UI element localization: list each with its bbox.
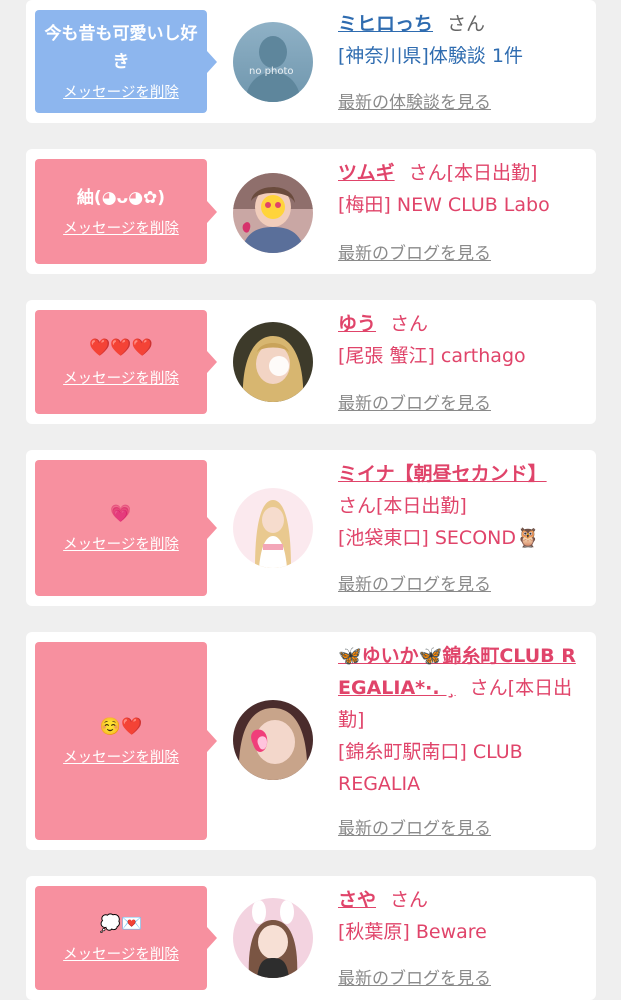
cast-name-link[interactable]: ミイナ【朝昼セカンド】: [338, 463, 547, 485]
shop-detail: [尾張 蟹江] carthago: [338, 345, 526, 367]
shop-detail: [錦糸町駅南口] CLUB REGALIA: [338, 741, 523, 795]
no-photo-icon: [233, 22, 313, 102]
delete-message-link[interactable]: メッセージを削除: [63, 944, 179, 966]
cast-name-link[interactable]: さや: [338, 889, 376, 911]
list-item: 紬(◕ᴗ◕✿) メッセージを削除 ツムギ さん[本日出勤] [梅田] NEW CL…: [26, 149, 596, 274]
message-text: ☺️❤️: [99, 717, 143, 737]
delete-message-link[interactable]: メッセージを削除: [63, 368, 179, 390]
delete-message-link[interactable]: メッセージを削除: [63, 82, 179, 104]
list-item: ❤️❤️❤️ メッセージを削除 ゆう さん [尾張 蟹江] carthago 最新…: [26, 300, 596, 424]
delete-message-link[interactable]: メッセージを削除: [63, 747, 179, 769]
cast-name-link[interactable]: ミヒロっち: [338, 13, 433, 35]
honorific: さん: [390, 889, 429, 911]
attendance-status: [本日出勤]: [376, 495, 467, 517]
message-text: 今も昔も可愛いし好き: [44, 23, 198, 72]
latest-blog-link[interactable]: 最新のブログを見る: [338, 570, 491, 595]
shop-detail: [梅田] NEW CLUB Labo: [338, 194, 550, 216]
honorific: さん: [408, 162, 447, 184]
list-item: ☺️❤️ メッセージを削除 🦋ゆいか🦋錦糸町CLUB REGALIA*·. ¸ さ…: [26, 632, 596, 850]
shop-detail: [池袋東口] SECOND🦉: [338, 527, 540, 549]
cast-name-link[interactable]: ゆう: [338, 313, 376, 335]
message-bubble: 紬(◕ᴗ◕✿) メッセージを削除: [35, 159, 217, 264]
list-item: 💗 メッセージを削除 ミイナ【朝昼セカンド】 さん[本日出勤] [池袋東口] S…: [26, 450, 596, 606]
message-bubble: 今も昔も可愛いし好き メッセージを削除: [35, 10, 217, 113]
no-photo-label: no photo: [249, 66, 294, 77]
item-info: ゆう さん [尾張 蟹江] carthago: [338, 308, 588, 372]
list-item: 💭💌 メッセージを削除 さや さん [秋葉原] Beware 最新のブログを見る: [26, 876, 596, 1000]
attendance-status: [本日出勤]: [446, 162, 538, 184]
shop-detail: [秋葉原] Beware: [338, 921, 487, 943]
message-text: 💗: [110, 504, 132, 524]
honorific: さん: [390, 313, 429, 335]
delete-message-link[interactable]: メッセージを削除: [63, 218, 179, 240]
item-info: ミヒロっち さん [神奈川県]体験談 1件: [338, 8, 588, 72]
message-bubble: ☺️❤️ メッセージを削除: [35, 642, 217, 840]
item-info: ミイナ【朝昼セカンド】 さん[本日出勤] [池袋東口] SECOND🦉: [338, 458, 588, 554]
avatar[interactable]: [233, 173, 313, 253]
latest-blog-link[interactable]: 最新のブログを見る: [338, 964, 491, 989]
shop-detail: [神奈川県]体験談 1件: [338, 45, 523, 67]
message-bubble: 💗 メッセージを削除: [35, 460, 217, 596]
avatar[interactable]: no photo: [233, 22, 313, 102]
delete-message-link[interactable]: メッセージを削除: [63, 534, 179, 556]
latest-review-link[interactable]: 最新の体験談を見る: [338, 88, 491, 113]
message-bubble: ❤️❤️❤️ メッセージを削除: [35, 310, 217, 414]
message-list: 今も昔も可愛いし好き メッセージを削除 no photo ミヒロっち さん [神奈…: [0, 0, 621, 1000]
message-text: 紬(◕ᴗ◕✿): [76, 187, 166, 208]
avatar[interactable]: [233, 488, 313, 568]
honorific: さん: [469, 677, 508, 699]
list-item: 今も昔も可愛いし好き メッセージを削除 no photo ミヒロっち さん [神奈…: [26, 0, 596, 123]
latest-blog-link[interactable]: 最新のブログを見る: [338, 389, 491, 414]
latest-blog-link[interactable]: 最新のブログを見る: [338, 814, 491, 839]
message-bubble: 💭💌 メッセージを削除: [35, 886, 217, 990]
latest-blog-link[interactable]: 最新のブログを見る: [338, 239, 491, 264]
cast-photo-icon: [233, 488, 313, 568]
item-info: 🦋ゆいか🦋錦糸町CLUB REGALIA*·. ¸ さん[本日出勤] [錦糸町駅南…: [338, 640, 588, 800]
cast-photo-icon: [233, 898, 313, 978]
avatar[interactable]: [233, 700, 313, 780]
avatar[interactable]: [233, 322, 313, 402]
cast-photo-icon: [233, 322, 313, 402]
item-info: さや さん [秋葉原] Beware: [338, 884, 588, 948]
item-info: ツムギ さん[本日出勤] [梅田] NEW CLUB Labo: [338, 157, 588, 221]
honorific: さん: [447, 13, 486, 35]
cast-photo-icon: [233, 173, 313, 253]
cast-name-link[interactable]: ツムギ: [338, 162, 395, 184]
message-text: ❤️❤️❤️: [89, 338, 153, 358]
message-text: 💭💌: [99, 914, 143, 934]
avatar[interactable]: [233, 898, 313, 978]
honorific: さん: [338, 495, 377, 517]
cast-photo-icon: [233, 700, 313, 780]
